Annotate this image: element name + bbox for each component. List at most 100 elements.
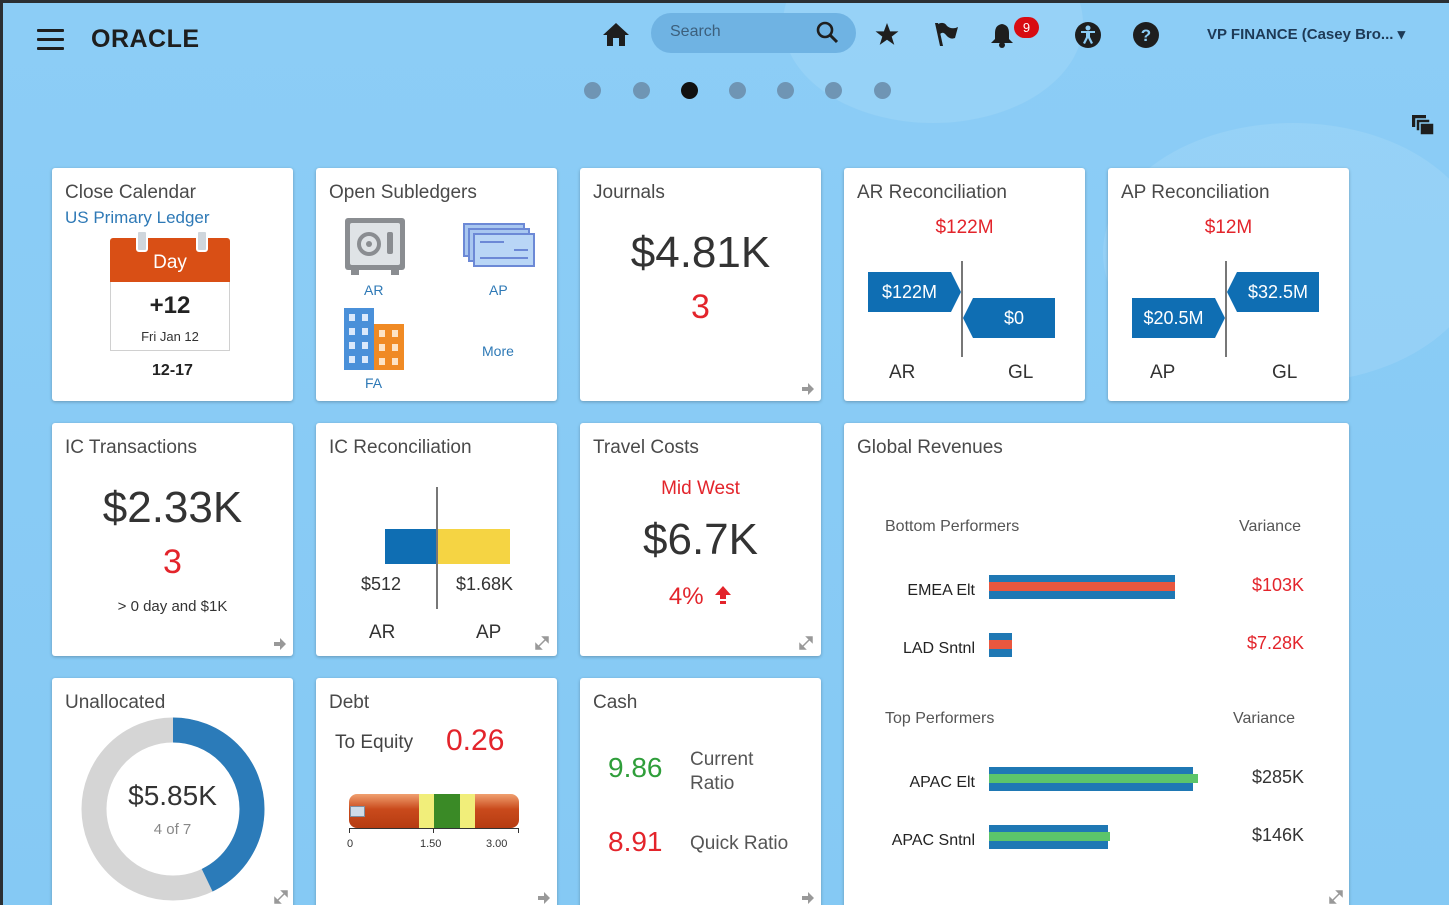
safe-icon[interactable]: [343, 216, 407, 278]
gauge-tick: [433, 828, 434, 833]
help-icon[interactable]: ?: [1132, 21, 1160, 49]
carousel-dot[interactable]: [874, 82, 891, 99]
travel-region: Mid West: [661, 478, 740, 499]
performer-variance: $103K: [1251, 575, 1304, 595]
search-icon[interactable]: [816, 21, 840, 45]
debt-to-equity-label: To Equity: [335, 732, 414, 753]
cash-card[interactable]: Cash 9.86 Current Ratio 8.91 Quick Ratio: [580, 678, 821, 905]
user-menu[interactable]: VP FINANCE (Casey Bro... ▾: [1207, 25, 1405, 43]
card-title: Travel Costs: [593, 437, 699, 458]
carousel-dot[interactable]: [825, 82, 842, 99]
ar-label[interactable]: AR: [364, 282, 383, 298]
current-ratio-value: 9.86: [608, 752, 663, 783]
accessibility-icon[interactable]: [1074, 21, 1102, 49]
carousel-dot[interactable]: [777, 82, 794, 99]
flag-icon[interactable]: [932, 21, 960, 47]
ar-axis-label: AR: [369, 622, 396, 643]
ar-bar-pointer: [951, 272, 961, 312]
ar-reconciliation-card[interactable]: AR Reconciliation $122M $122M $0 AR GL: [844, 168, 1085, 401]
expand-icon[interactable]: [1329, 890, 1343, 904]
global-revenues-card[interactable]: Global Revenues Bottom Performers Varian…: [844, 423, 1349, 905]
menu-icon[interactable]: [37, 29, 64, 51]
ic-transactions-criteria: > 0 day and $1K: [117, 598, 228, 615]
card-title: Open Subledgers: [329, 182, 477, 203]
ic-transactions-card[interactable]: IC Transactions $2.33K 3 > 0 day and $1K: [52, 423, 293, 656]
performer-name: APAC Elt: [909, 774, 976, 791]
buildings-icon[interactable]: [342, 306, 406, 372]
calendar-date: Fri Jan 12: [141, 329, 199, 344]
performer-variance: $146K: [1251, 825, 1304, 845]
expand-icon[interactable]: [274, 890, 288, 904]
debt-card[interactable]: Debt To Equity 0.26 0 1.50 3.00: [316, 678, 557, 905]
carousel-dot[interactable]: [633, 82, 650, 99]
ic-transactions-count: 3: [163, 543, 182, 581]
performer-name: LAD Sntnl: [902, 640, 975, 657]
app-background: ORACLE 9 ? VP FINANCE (Casey Bro... ▾: [3, 3, 1449, 905]
more-link[interactable]: More: [482, 343, 514, 359]
navigate-arrow-icon[interactable]: [801, 892, 815, 904]
variance-header: Variance: [1239, 518, 1301, 535]
ap-bar-value: $20.5M: [1132, 298, 1215, 338]
travel-amount: $6.7K: [643, 515, 758, 564]
search-box[interactable]: [651, 13, 856, 53]
unallocated-count: 4 of 7: [153, 821, 192, 838]
gauge-marker: [350, 806, 365, 817]
ic-reconciliation-card[interactable]: IC Reconciliation $512 $1.68K AR AP: [316, 423, 557, 656]
expand-icon[interactable]: [535, 636, 549, 650]
gauge-axis: [349, 828, 519, 829]
gauge-tick: [349, 828, 350, 833]
oracle-logo: ORACLE: [91, 25, 200, 53]
ap-label[interactable]: AP: [489, 282, 508, 298]
ar-recon-total: $122M: [935, 217, 994, 238]
gauge-tick-label: 3.00: [486, 838, 508, 850]
search-input[interactable]: [668, 22, 812, 42]
journals-amount: $4.81K: [630, 228, 771, 277]
current-ratio-label-line2: Ratio: [690, 773, 735, 794]
gl-axis-label: GL: [1272, 362, 1298, 383]
card-title: Close Calendar: [65, 182, 196, 203]
home-icon[interactable]: [602, 21, 630, 47]
card-title: Cash: [593, 692, 638, 713]
navigate-arrow-icon[interactable]: [273, 638, 287, 650]
close-calendar-card[interactable]: Close Calendar US Primary Ledger Day +12…: [52, 168, 293, 401]
ar-bar-value: $122M: [881, 282, 938, 302]
debt-gauge: [349, 794, 519, 828]
open-subledgers-card[interactable]: Open Subledgers AR AP FA More: [316, 168, 557, 401]
notification-count-badge: 9: [1014, 17, 1039, 38]
carousel-dot[interactable]: [729, 82, 746, 99]
revenue-bar-target: [989, 640, 1012, 649]
fa-label[interactable]: FA: [365, 375, 382, 391]
ledger-name: US Primary Ledger: [65, 208, 210, 227]
ap-recon-total: $12M: [1204, 217, 1253, 238]
layers-icon[interactable]: [1410, 113, 1438, 139]
navigate-arrow-icon[interactable]: [537, 892, 551, 904]
card-title: AP Reconciliation: [1121, 182, 1270, 203]
gl-bar-pointer: [1227, 272, 1237, 312]
calendar-icon: Day +12 Fri Jan 12: [110, 230, 230, 351]
ap-axis-label: AP: [1150, 362, 1176, 383]
travel-change: 4%: [668, 583, 704, 610]
gauge-tick-label: 1.50: [420, 838, 442, 850]
performer-variance: $7.28K: [1246, 633, 1304, 653]
notifications-bell-icon[interactable]: [988, 21, 1016, 49]
unallocated-card[interactable]: Unallocated $5.85K 4 of 7: [52, 678, 293, 905]
carousel-dot-active[interactable]: [681, 82, 698, 99]
gl-axis-label: GL: [1008, 362, 1034, 383]
current-ratio-label-line1: Current: [690, 749, 754, 770]
performer-name: APAC Sntnl: [891, 832, 975, 849]
ar-bar: [385, 529, 436, 564]
day-label: Day: [153, 252, 187, 273]
card-title: IC Reconciliation: [329, 437, 472, 458]
gauge-tick: [518, 828, 519, 833]
revenue-bar-target: [989, 774, 1198, 783]
gl-bar-value: $0: [973, 298, 1055, 338]
travel-costs-card[interactable]: Travel Costs Mid West $6.7K 4%: [580, 423, 821, 656]
carousel-dot[interactable]: [584, 82, 601, 99]
navigate-arrow-icon[interactable]: [801, 383, 815, 395]
journals-card[interactable]: Journals $4.81K 3: [580, 168, 821, 401]
favorites-star-icon[interactable]: [874, 22, 900, 47]
ap-reconciliation-card[interactable]: AP Reconciliation $12M $20.5M $32.5M AP …: [1108, 168, 1349, 401]
expand-icon[interactable]: [799, 636, 813, 650]
ap-bar: [438, 529, 510, 564]
checks-icon[interactable]: [462, 222, 536, 270]
